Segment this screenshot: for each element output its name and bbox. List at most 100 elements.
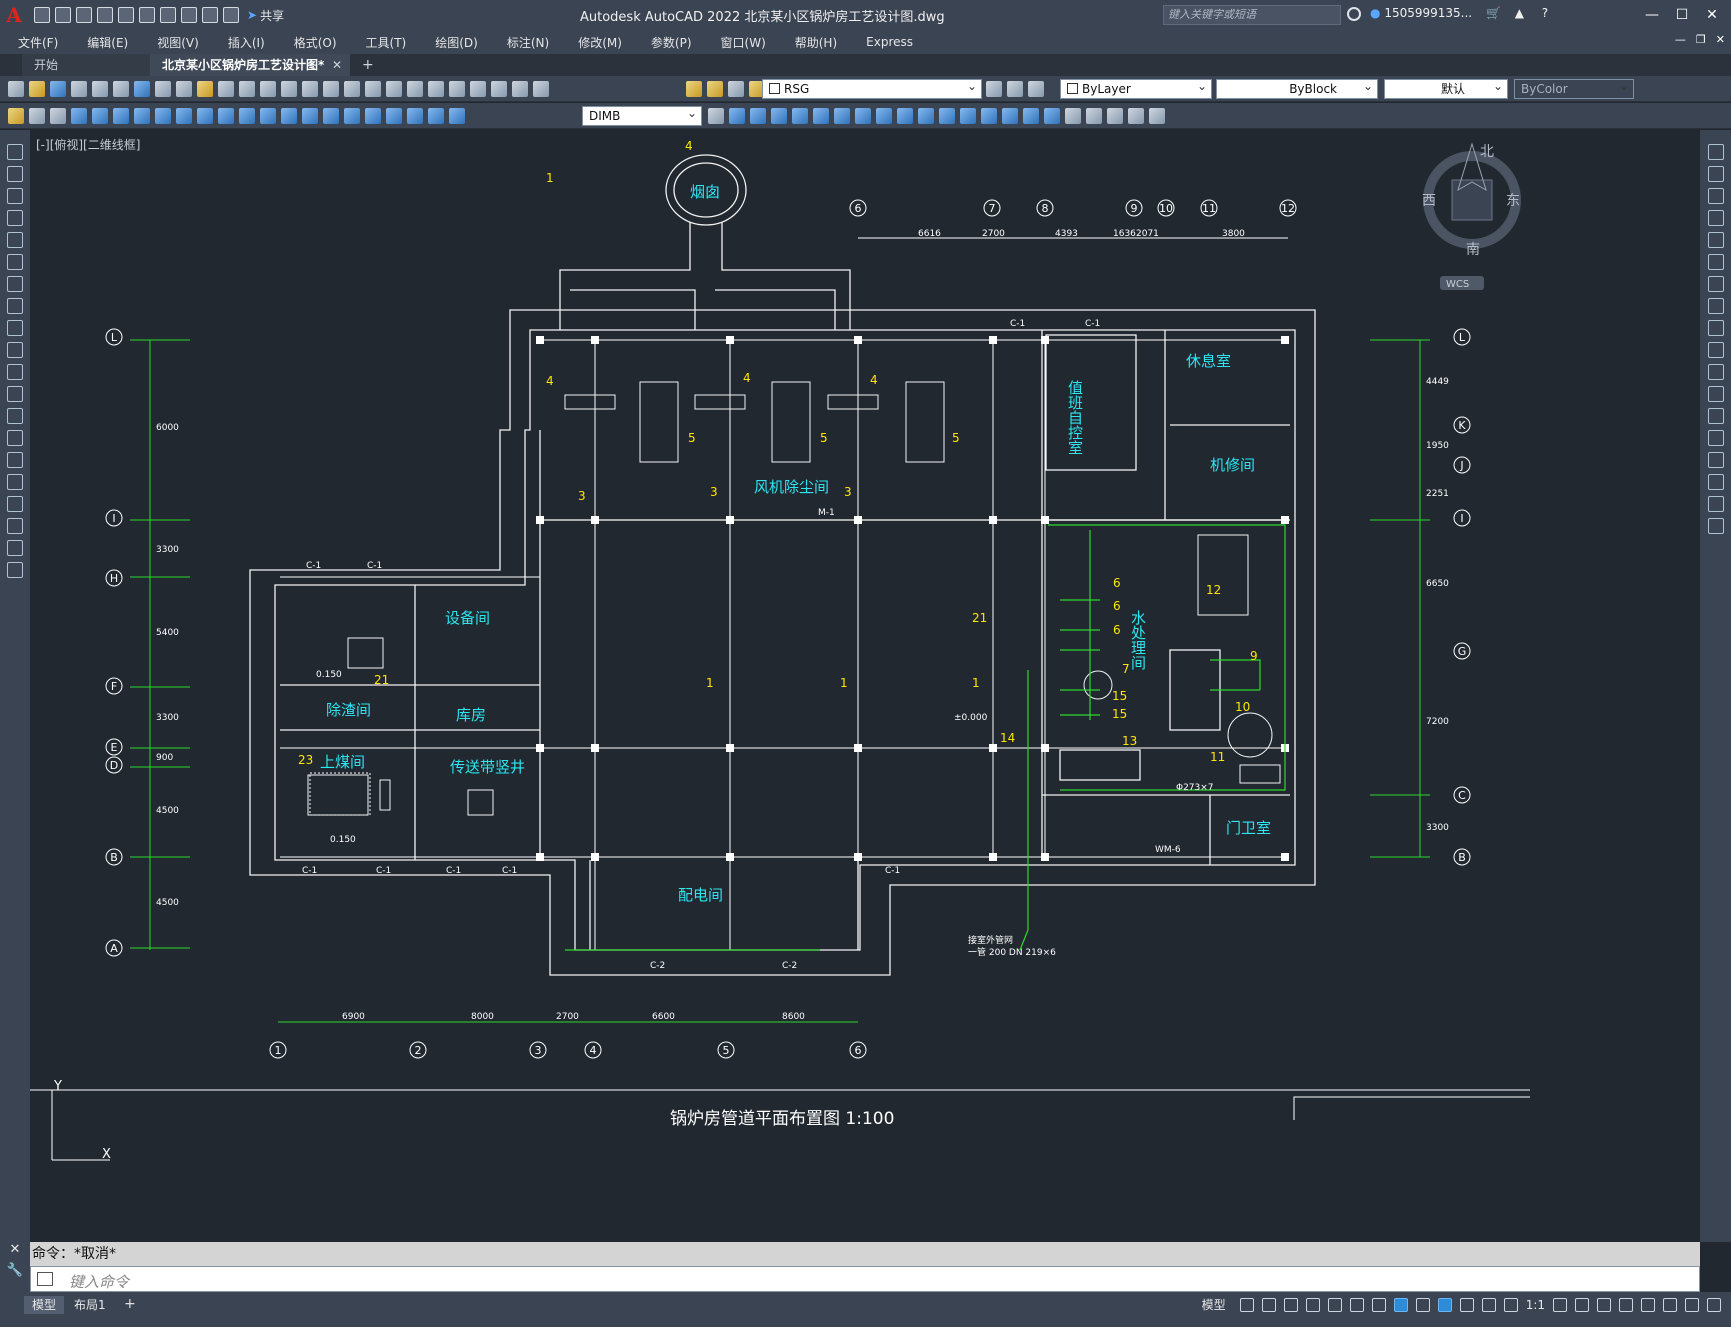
markup-icon[interactable]	[470, 81, 486, 97]
rectangle-icon[interactable]	[7, 232, 23, 248]
rotate-icon[interactable]	[1707, 276, 1724, 292]
rotate-icon[interactable]	[834, 108, 850, 124]
point-icon[interactable]	[7, 430, 23, 446]
zoom-realtime-icon[interactable]	[323, 81, 339, 97]
close-command-icon[interactable]: ✕	[0, 1242, 30, 1257]
tab-start[interactable]: 开始	[22, 54, 152, 76]
stretch-icon[interactable]	[876, 108, 892, 124]
menu-item-12[interactable]: Express	[866, 35, 913, 49]
array-icon[interactable]	[1707, 232, 1724, 248]
plotstyle-dropdown[interactable]: ByColor	[1514, 79, 1634, 99]
share-button[interactable]: ➤ 共享	[247, 7, 284, 24]
menu-item-11[interactable]: 帮助(H)	[795, 34, 837, 51]
break-at-point-icon[interactable]	[1707, 386, 1724, 402]
quick-dim-icon[interactable]	[239, 108, 255, 124]
circle-icon[interactable]	[7, 276, 23, 292]
tool-palettes-icon[interactable]	[428, 81, 444, 97]
dimstyle-dropdown[interactable]: DIMB	[582, 106, 702, 126]
dim-ordinate-icon[interactable]	[134, 108, 150, 124]
save-icon[interactable]	[76, 7, 92, 23]
clean-screen-icon[interactable]	[1685, 1297, 1699, 1312]
infer-constraints-icon[interactable]	[1283, 1297, 1298, 1312]
offset-icon[interactable]	[1707, 210, 1724, 226]
isolate-objects-icon[interactable]	[1663, 1297, 1677, 1312]
zoom-window-icon[interactable]	[344, 81, 360, 97]
copy-icon[interactable]	[1707, 166, 1724, 182]
plot-icon[interactable]	[71, 81, 87, 97]
isodraft-icon[interactable]	[1349, 1297, 1364, 1312]
customize-command-icon[interactable]: 🔧	[0, 1263, 30, 1278]
auto-scale-icon[interactable]	[1503, 1297, 1518, 1312]
command-input[interactable]: 键入命令	[30, 1266, 1700, 1292]
text-front-icon[interactable]	[1128, 108, 1144, 124]
center-mark-icon[interactable]	[365, 108, 381, 124]
grid-icon[interactable]	[1239, 1297, 1254, 1312]
extend-icon[interactable]	[1707, 364, 1724, 380]
layer-previous-icon[interactable]	[1007, 81, 1023, 97]
dim-break-icon[interactable]	[323, 108, 339, 124]
tab-active-drawing[interactable]: 北京某小区锅炉房工艺设计图* ✕	[150, 54, 350, 76]
3d-print-icon[interactable]	[134, 81, 150, 97]
open-icon[interactable]	[29, 81, 45, 97]
layer-dropdown[interactable]: RSG	[762, 79, 982, 99]
menu-item-9[interactable]: 参数(P)	[651, 34, 692, 51]
zoom-previous-icon[interactable]	[365, 81, 381, 97]
drawing-canvas[interactable]: [-][俯视][二维线框] 6 7 8 9 10 11 12 1 2 3 4 5…	[30, 130, 1700, 1242]
break-icon[interactable]	[1707, 408, 1724, 424]
new-tab-button[interactable]: +	[362, 54, 374, 76]
undo-icon[interactable]	[181, 7, 197, 23]
layer-iso-icon[interactable]	[29, 108, 45, 124]
dim-aligned-icon[interactable]	[92, 108, 108, 124]
dim-diameter-icon[interactable]	[197, 108, 213, 124]
lineweight-icon[interactable]	[1415, 1297, 1430, 1312]
revision-cloud-icon[interactable]	[7, 298, 23, 314]
menu-item-8[interactable]: 修改(M)	[578, 34, 622, 51]
selection-cycling-icon[interactable]	[1459, 1297, 1474, 1312]
explode-icon[interactable]	[1044, 108, 1060, 124]
dim-continue-icon[interactable]	[281, 108, 297, 124]
chamfer-icon[interactable]	[981, 108, 997, 124]
units-icon[interactable]	[1597, 1297, 1611, 1312]
transparency-icon[interactable]	[1437, 1297, 1452, 1312]
customize-status-icon[interactable]	[1707, 1297, 1721, 1312]
tab-layout1[interactable]: 布局1	[66, 1296, 114, 1314]
help-icon[interactable]: ?	[1542, 6, 1548, 20]
move-icon[interactable]	[813, 108, 829, 124]
arc-icon[interactable]	[7, 254, 23, 270]
region-icon[interactable]	[7, 496, 23, 512]
jogged-linear-icon[interactable]	[407, 108, 423, 124]
join-icon[interactable]	[960, 108, 976, 124]
design-center-icon[interactable]	[407, 81, 423, 97]
bring-front-icon[interactable]	[1086, 108, 1102, 124]
blend-icon[interactable]	[1023, 108, 1039, 124]
mirror-icon[interactable]	[1707, 188, 1724, 204]
line-icon[interactable]	[7, 144, 23, 160]
construction-line-icon[interactable]	[7, 166, 23, 182]
dim-jogged-icon[interactable]	[176, 108, 192, 124]
menu-item-3[interactable]: 插入(I)	[228, 34, 265, 51]
qnew-icon[interactable]	[8, 81, 24, 97]
layer-states-icon[interactable]	[1028, 81, 1044, 97]
fillet-icon[interactable]	[1002, 108, 1018, 124]
block-editor-icon[interactable]	[239, 81, 255, 97]
tolerance-icon[interactable]	[344, 108, 360, 124]
trim-icon[interactable]	[897, 108, 913, 124]
table-icon[interactable]	[7, 518, 23, 534]
lineweight-dropdown[interactable]: 默认	[1384, 79, 1508, 99]
workspace-icon[interactable]	[1553, 1297, 1567, 1312]
close-button[interactable]: ✕	[1697, 0, 1727, 30]
doc-minimize-icon[interactable]: —	[1675, 33, 1686, 46]
object-snap-tracking-icon[interactable]	[1371, 1297, 1386, 1312]
dim-style-icon[interactable]	[708, 108, 724, 124]
paste-icon[interactable]	[197, 81, 213, 97]
mirror-icon[interactable]	[750, 108, 766, 124]
move-icon[interactable]	[1707, 254, 1724, 270]
trim-icon[interactable]	[1707, 342, 1724, 358]
dim-linear-icon[interactable]	[71, 108, 87, 124]
linetype-dropdown[interactable]: ByBlock	[1216, 79, 1378, 99]
menu-item-2[interactable]: 视图(V)	[157, 34, 199, 51]
layer-thaw-icon[interactable]	[707, 81, 723, 97]
save-icon[interactable]	[50, 81, 66, 97]
menu-item-5[interactable]: 工具(T)	[366, 34, 407, 51]
polyline-icon[interactable]	[7, 188, 23, 204]
